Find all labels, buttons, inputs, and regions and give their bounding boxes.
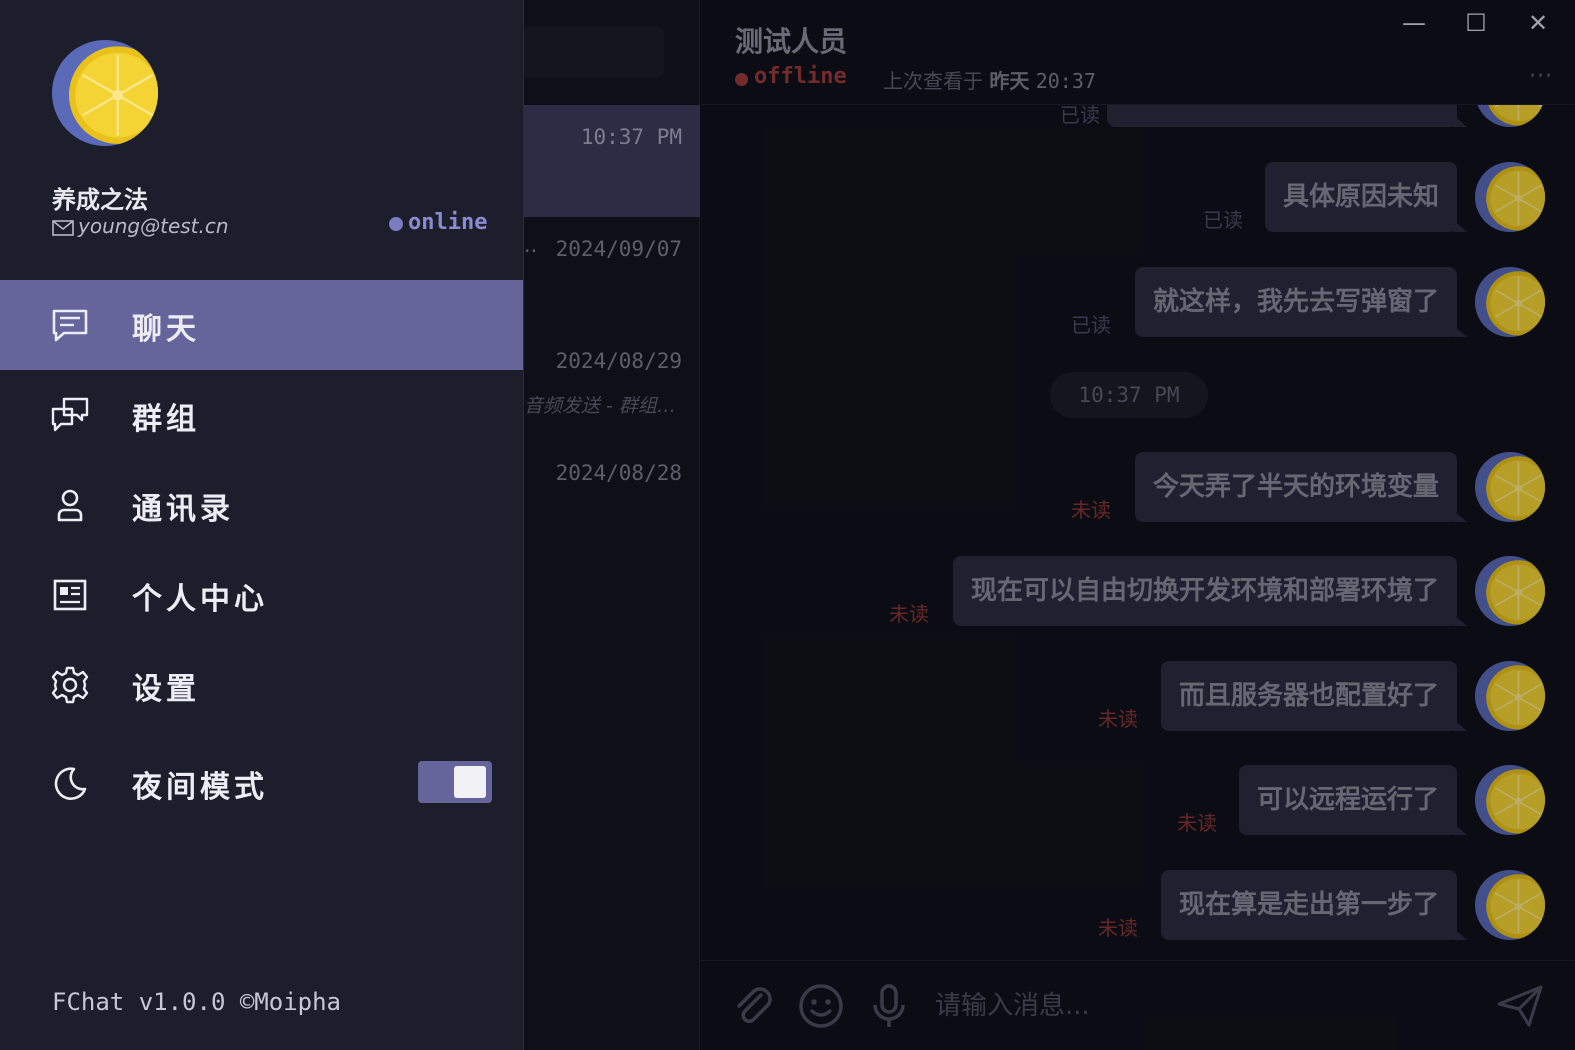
conversation-item[interactable]: 10:37 PM bbox=[522, 105, 700, 217]
last-seen-prefix: 上次查看于 bbox=[883, 69, 983, 93]
contact-avatar[interactable] bbox=[1475, 162, 1545, 232]
message-bubble[interactable]: 可以远程运行了 bbox=[1238, 765, 1468, 835]
message-bubble[interactable]: 而且服务器也配置好了 bbox=[1160, 661, 1468, 731]
nav-item-profile[interactable]: 个人中心 bbox=[0, 550, 523, 640]
read-status: 未读 bbox=[1071, 498, 1111, 522]
message-row: 已读 bbox=[1060, 105, 1545, 127]
gear-icon bbox=[51, 666, 89, 704]
conversation-time: 2024/09/07 bbox=[555, 237, 682, 261]
mail-icon bbox=[52, 220, 74, 236]
read-status: 已读 bbox=[1071, 313, 1111, 337]
contact-avatar[interactable] bbox=[1475, 870, 1545, 940]
emoji-icon[interactable] bbox=[796, 981, 846, 1031]
last-seen-time: 20:37 bbox=[1035, 69, 1096, 93]
read-status: 未读 bbox=[1177, 811, 1217, 835]
message-row: 现在可以自由切换开发环境和部署环境了 未读 bbox=[865, 556, 1545, 626]
message-input[interactable] bbox=[935, 983, 1455, 1029]
contact-avatar[interactable] bbox=[1475, 267, 1545, 337]
contact-avatar[interactable] bbox=[1475, 105, 1545, 127]
message-bubble[interactable]: 现在可以自由切换开发环境和部署环境了 bbox=[952, 556, 1468, 626]
contact-status: offline bbox=[754, 64, 847, 89]
online-status-dot bbox=[389, 217, 403, 231]
nav-item-chat[interactable]: 聊天 bbox=[0, 280, 523, 370]
message-bubble[interactable] bbox=[1107, 105, 1467, 127]
message-list: 已读 具体原因未知 已读 就这样，我先去写弹窗了 已读 10:37 PM 今天弄… bbox=[700, 105, 1575, 960]
conversation-time: 10:37 PM bbox=[580, 125, 682, 149]
nav-label: 设置 bbox=[132, 672, 200, 707]
message-row: 而且服务器也配置好了 未读 bbox=[1045, 661, 1545, 731]
message-bubble[interactable]: 具体原因未知 bbox=[1264, 162, 1468, 232]
conversation-item[interactable]: .. 2024/09/07 bbox=[522, 217, 700, 329]
night-mode-toggle[interactable] bbox=[418, 761, 492, 803]
contact-avatar[interactable] bbox=[1475, 661, 1545, 731]
app-version-footer: FChat v1.0.0 ©Moipha bbox=[52, 988, 341, 1016]
chat-title: 测试人员 bbox=[735, 25, 848, 58]
nav-item-groups[interactable]: 群组 bbox=[0, 370, 523, 460]
user-avatar[interactable] bbox=[52, 40, 158, 146]
read-status: 未读 bbox=[889, 602, 929, 626]
contact-avatar[interactable] bbox=[1475, 452, 1545, 522]
read-status: 未读 bbox=[1098, 707, 1138, 731]
message-composer bbox=[700, 960, 1575, 1050]
read-status: 已读 bbox=[1203, 208, 1243, 232]
chat-panel: 测试人员 offline 上次查看于 昨天 20:37 ··· — ☐ ✕ 已读… bbox=[700, 0, 1575, 1050]
message-row: 可以远程运行了 未读 bbox=[1125, 765, 1545, 835]
nav-label: 聊天 bbox=[132, 312, 200, 347]
user-status: online bbox=[408, 210, 488, 235]
last-seen-day: 昨天 bbox=[989, 69, 1030, 93]
user-name: 养成之法 bbox=[52, 186, 148, 214]
microphone-icon[interactable] bbox=[864, 981, 914, 1031]
read-status: 未读 bbox=[1098, 916, 1138, 940]
conversation-time: 2024/08/29 bbox=[555, 349, 682, 373]
time-divider: 10:37 PM bbox=[1050, 372, 1208, 418]
conversation-item[interactable]: 2024/08/28 bbox=[522, 441, 700, 553]
minimize-button[interactable]: — bbox=[1398, 8, 1430, 40]
maximize-button[interactable]: ☐ bbox=[1460, 8, 1492, 40]
message-bubble[interactable]: 今天弄了半天的环境变量 bbox=[1134, 452, 1468, 522]
toggle-knob bbox=[454, 766, 486, 798]
nav-label: 通讯录 bbox=[132, 492, 234, 527]
chat-icon bbox=[52, 309, 88, 342]
nav-label: 群组 bbox=[132, 402, 200, 437]
nav-item-settings[interactable]: 设置 bbox=[0, 640, 523, 730]
message-row: 现在算是走出第一步了 未读 bbox=[1045, 870, 1545, 940]
profile-card-icon bbox=[53, 579, 87, 611]
user-email: young@test.cn bbox=[78, 214, 229, 238]
offline-status-dot bbox=[735, 73, 748, 86]
message-row: 就这样，我先去写弹窗了 已读 bbox=[1045, 267, 1545, 337]
contact-avatar[interactable] bbox=[1475, 556, 1545, 626]
nav-label: 个人中心 bbox=[132, 582, 268, 617]
last-seen: 上次查看于 昨天 20:37 bbox=[883, 65, 1096, 94]
nav-item-contacts[interactable]: 通讯录 bbox=[0, 460, 523, 550]
conversation-time: 2024/08/28 bbox=[555, 461, 682, 485]
conversation-preview: 音频发送 - 群组… bbox=[524, 395, 676, 417]
nav-label: 夜间模式 bbox=[132, 770, 268, 805]
more-options-icon[interactable]: ··· bbox=[1529, 64, 1553, 89]
contacts-icon bbox=[57, 489, 83, 522]
message-bubble[interactable]: 现在算是走出第一步了 bbox=[1160, 870, 1468, 940]
attachment-icon[interactable] bbox=[728, 981, 778, 1031]
group-chat-icon bbox=[51, 397, 89, 432]
navigation-drawer: 养成之法 young@test.cn online 聊天 群组 通讯录 个人中心… bbox=[0, 0, 524, 1050]
send-icon[interactable] bbox=[1495, 981, 1545, 1031]
message-row: 具体原因未知 已读 bbox=[1145, 162, 1545, 232]
conversation-item[interactable]: 2024/08/29 音频发送 - 群组… bbox=[522, 329, 700, 441]
chat-header: 测试人员 offline 上次查看于 昨天 20:37 ··· — ☐ ✕ bbox=[700, 0, 1575, 105]
contact-avatar[interactable] bbox=[1475, 765, 1545, 835]
conversation-search-box[interactable] bbox=[522, 26, 664, 78]
read-status: 已读 bbox=[1060, 105, 1100, 127]
moon-icon bbox=[54, 767, 87, 800]
close-button[interactable]: ✕ bbox=[1522, 8, 1554, 40]
message-row: 今天弄了半天的环境变量 未读 bbox=[1045, 452, 1545, 522]
message-bubble[interactable]: 就这样，我先去写弹窗了 bbox=[1134, 267, 1468, 337]
truncation-marker: .. bbox=[524, 233, 538, 257]
